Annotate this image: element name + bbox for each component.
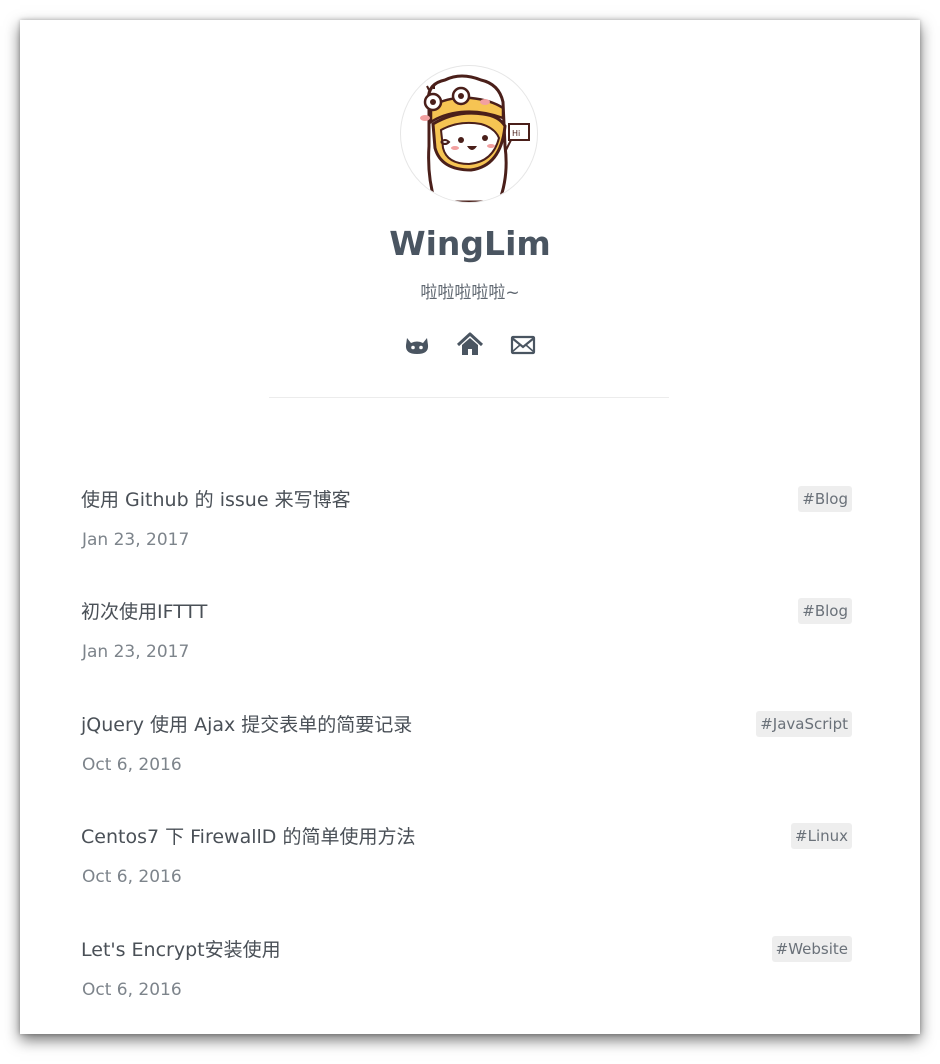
post-item: 使用 Github 的 issue 来写博客 Jan 23, 2017 #Blo… — [81, 480, 852, 570]
post-tag[interactable]: #Linux — [791, 823, 852, 849]
github-icon — [405, 338, 429, 354]
post-tag[interactable]: #JavaScript — [756, 711, 852, 737]
post-tag[interactable]: #Blog — [798, 598, 852, 624]
social-links — [400, 330, 540, 360]
header-divider — [269, 397, 669, 398]
post-title[interactable]: Centos7 下 FirewallD 的简单使用方法 — [81, 823, 415, 851]
post-tag[interactable]: #Website — [771, 936, 852, 962]
post-item: Centos7 下 FirewallD 的简单使用方法 Oct 6, 2016 … — [81, 817, 852, 907]
post-date: Oct 6, 2016 — [82, 755, 182, 775]
post-tag[interactable]: #Blog — [798, 486, 852, 512]
github-link[interactable] — [402, 330, 432, 360]
post-item: jQuery 使用 Ajax 提交表单的简要记录 Oct 6, 2016 #Ja… — [81, 705, 852, 795]
mail-icon — [510, 335, 536, 355]
cartoon-avatar-icon: Hi — [420, 74, 530, 202]
post-item: 初次使用IFTTT Jan 23, 2017 #Blog — [81, 592, 852, 682]
post-date: Oct 6, 2016 — [82, 867, 182, 887]
post-title[interactable]: jQuery 使用 Ajax 提交表单的简要记录 — [81, 711, 412, 739]
post-date: Jan 23, 2017 — [82, 530, 190, 550]
home-icon — [456, 332, 484, 355]
post-title[interactable]: 初次使用IFTTT — [81, 598, 207, 626]
avatar[interactable]: Hi — [400, 65, 538, 203]
home-link[interactable] — [455, 330, 485, 360]
site-name: WingLim — [389, 224, 551, 263]
svg-text:Hi: Hi — [512, 129, 520, 138]
post-item: Let's Encrypt安装使用 Oct 6, 2016 #Website — [81, 930, 852, 1020]
site-tagline: 啦啦啦啦啦~ — [420, 283, 520, 303]
page-card: Hi WingLim 啦啦啦啦啦~ 使用 Github 的 issue 来写博客… — [20, 20, 920, 1034]
mail-link[interactable] — [508, 330, 538, 360]
post-date: Jan 23, 2017 — [82, 642, 190, 662]
post-date: Oct 6, 2016 — [82, 980, 182, 1000]
post-title[interactable]: 使用 Github 的 issue 来写博客 — [81, 486, 351, 514]
post-title[interactable]: Let's Encrypt安装使用 — [81, 936, 281, 964]
